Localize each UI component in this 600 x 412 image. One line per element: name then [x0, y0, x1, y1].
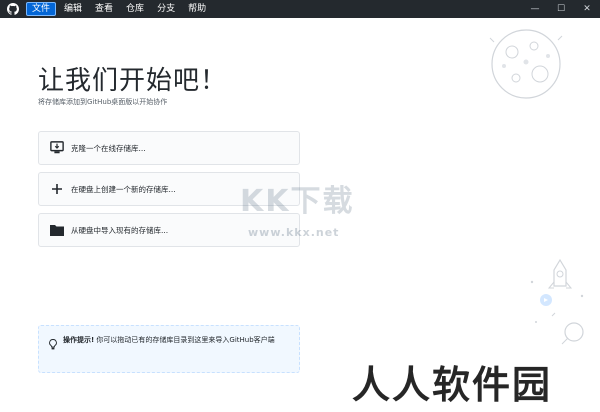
- menu-file[interactable]: 文件: [26, 2, 57, 16]
- rocket-illustration: [530, 258, 584, 345]
- tip-bold: 操作提示!: [63, 336, 95, 344]
- rrrj-watermark: 人人软件园: [352, 362, 553, 407]
- add-existing-repository-label: 从硬盘中导入现有的存储库...: [71, 225, 169, 235]
- menu-branch[interactable]: 分支: [152, 2, 180, 16]
- close-button[interactable]: ✕: [574, 0, 600, 18]
- minimize-button[interactable]: —: [522, 0, 548, 18]
- moon-illustration: [489, 29, 563, 99]
- menu-edit[interactable]: 编辑: [59, 2, 87, 16]
- github-logo-icon: [4, 0, 22, 18]
- window-controls: — ☐ ✕: [522, 0, 600, 18]
- page-title: 让我们开始吧！: [38, 66, 228, 96]
- lightbulb-icon: [49, 335, 63, 372]
- kk-watermark: KK下载: [240, 184, 355, 219]
- create-repository-label: 在硬盘上创建一个新的存储库...: [71, 184, 176, 194]
- kk-url-watermark: www.kkx.net: [248, 226, 340, 239]
- tip-text: 操作提示! 你可以拖动已有的存储库目录到这里来导入GitHub客户端: [63, 335, 275, 372]
- desktop-download-icon: [49, 140, 65, 156]
- maximize-button[interactable]: ☐: [548, 0, 574, 18]
- menu-help[interactable]: 帮助: [183, 2, 211, 16]
- plus-icon: [49, 181, 65, 197]
- clone-repository-button[interactable]: 克隆一个在线存储库...: [38, 131, 300, 165]
- drag-drop-tip: 操作提示! 你可以拖动已有的存储库目录到这里来导入GitHub客户端: [38, 325, 300, 373]
- menu-repository[interactable]: 仓库: [121, 2, 149, 16]
- title-bar: 文件 编辑 查看 仓库 分支 帮助 — ☐ ✕: [0, 0, 600, 18]
- clone-repository-label: 克隆一个在线存储库...: [71, 143, 146, 153]
- page-subtitle: 将存储库添加到GitHub桌面版以开始协作: [38, 98, 168, 106]
- menu-view[interactable]: 查看: [90, 2, 118, 16]
- menu-bar: 文件 编辑 查看 仓库 分支 帮助: [26, 0, 214, 18]
- folder-icon: [49, 222, 65, 238]
- tip-body: 你可以拖动已有的存储库目录到这里来导入GitHub客户端: [94, 336, 275, 344]
